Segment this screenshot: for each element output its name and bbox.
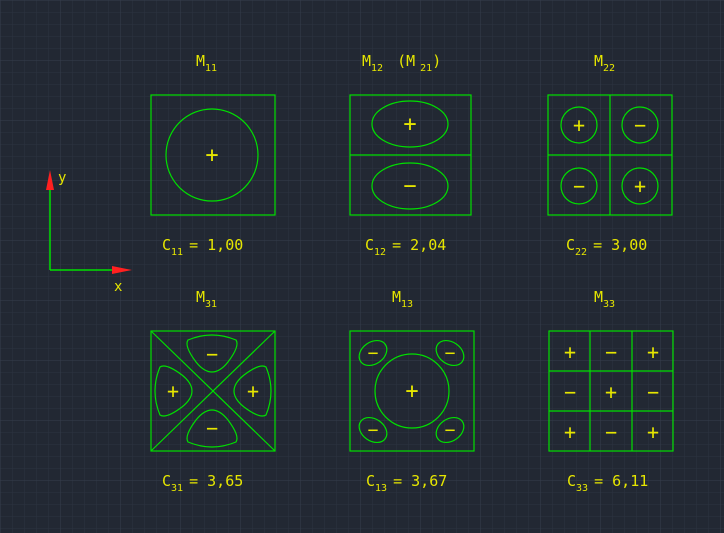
sign-bl-m22: − <box>573 174 585 198</box>
cad-drawing: y x M11 + C11 = 1,00 M12 (M 21) + − C12 = 2,… <box>0 0 724 533</box>
sign-top-m12: + <box>403 112 416 137</box>
sign-r3c2-m33: − <box>605 420 617 444</box>
sign-bottom-m12: − <box>403 174 416 199</box>
sign-tl-m22: + <box>573 113 585 137</box>
sign-r1c1-m33: + <box>564 340 576 364</box>
sign-r2c1-m33: − <box>564 380 576 404</box>
sign-top-m31: − <box>206 342 218 366</box>
grid-background <box>0 0 724 533</box>
sign-br-m22: + <box>634 174 646 198</box>
sign-center-m13: + <box>405 379 418 404</box>
sign-r2c3-m33: − <box>647 380 659 404</box>
sign-bottom-m31: − <box>206 416 218 440</box>
sign-left-m31: + <box>167 379 179 403</box>
sign-r1c3-m33: + <box>647 340 659 364</box>
sign-tl-m13: − <box>368 343 379 364</box>
sign-r2c2-m33: + <box>605 380 617 404</box>
sign-tr-m22: − <box>634 113 646 137</box>
x-axis-label: x <box>114 279 122 295</box>
sign-r1c2-m33: − <box>605 340 617 364</box>
sign-r3c3-m33: + <box>647 420 659 444</box>
sign-tr-m13: − <box>445 343 456 364</box>
sign-br-m13: − <box>445 420 456 441</box>
sign-bl-m13: − <box>368 420 379 441</box>
sign-m11: + <box>205 143 218 168</box>
sign-right-m31: + <box>247 379 259 403</box>
y-axis-label: y <box>58 170 66 186</box>
sign-r3c1-m33: + <box>564 420 576 444</box>
